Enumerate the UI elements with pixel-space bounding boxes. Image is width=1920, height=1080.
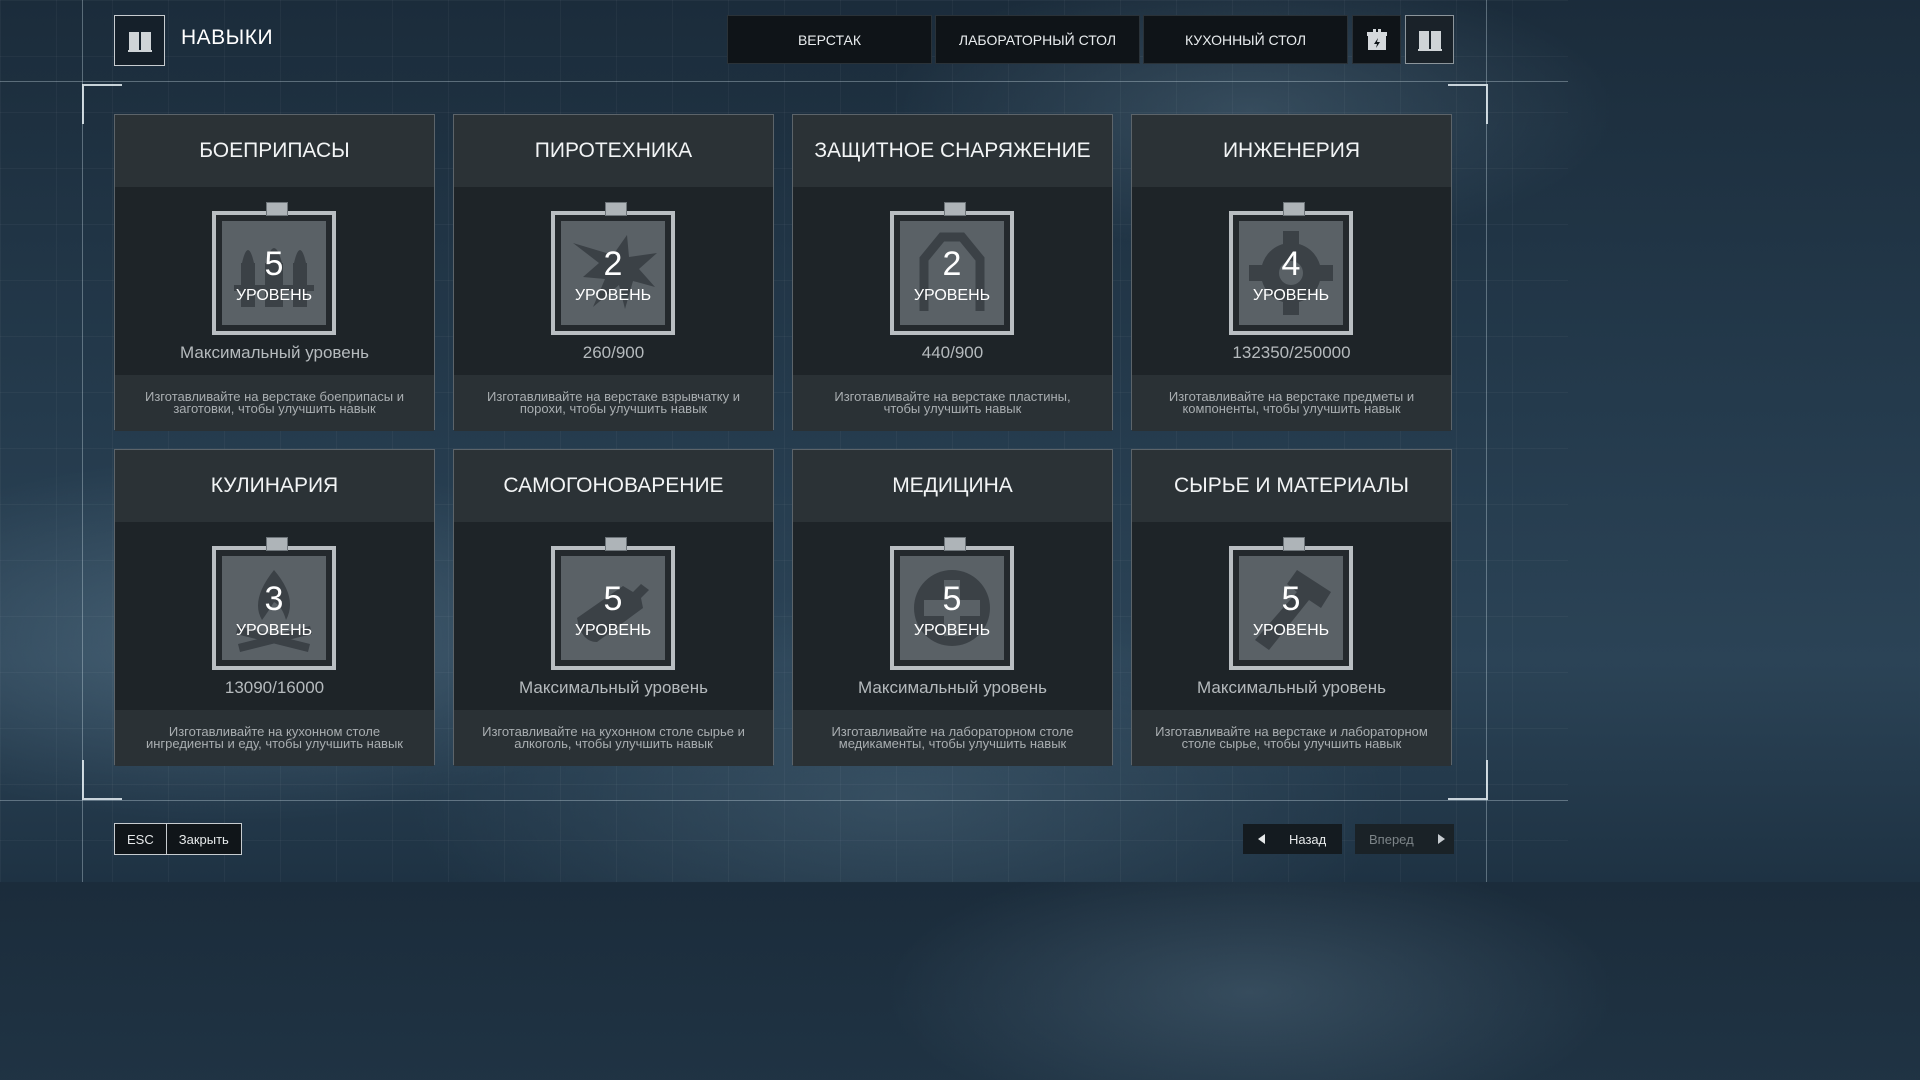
- frame-line-top: [0, 81, 1568, 82]
- supply-crate-button[interactable]: [1352, 15, 1401, 64]
- close-control[interactable]: ESC Закрыть: [114, 823, 242, 855]
- skill-description: Изготавливайте на верстаке взрывчатку и …: [454, 375, 773, 431]
- skill-body: 4 УРОВЕНЬ 132350/250000: [1132, 187, 1451, 375]
- close-button[interactable]: Закрыть: [167, 824, 241, 854]
- skill-level-number: 5: [942, 580, 962, 618]
- skill-level-badge: 5 УРОВЕНЬ: [890, 537, 1014, 670]
- skill-description: Изготавливайте на верстаке боеприпасы и …: [115, 375, 434, 431]
- forward-label: Вперед: [1369, 831, 1414, 847]
- skill-level-label: УРОВЕНЬ: [574, 622, 652, 639]
- skill-progress: Максимальный уровень: [1197, 678, 1386, 697]
- skill-card[interactable]: КУЛИНАРИЯ 3 УРОВЕНЬ 13090/16000 Изготавливай…: [114, 449, 435, 766]
- skill-description: Изготавливайте на лабораторном столе мед…: [793, 710, 1112, 766]
- skill-body: 5 УРОВЕНЬ Максимальный уровень: [454, 522, 773, 710]
- skill-level-badge: 2 УРОВЕНЬ: [890, 202, 1014, 335]
- skill-title: КУЛИНАРИЯ: [115, 450, 434, 522]
- skill-description: Изготавливайте на кухонном столе сырье и…: [454, 710, 773, 766]
- skill-title: ИНЖЕНЕРИЯ: [1132, 115, 1451, 187]
- skill-card[interactable]: МЕДИЦИНА 5 УРОВЕНЬ Максимальный уровень Изго…: [792, 449, 1113, 766]
- skill-level-number: 5: [264, 245, 284, 283]
- badge-clip: [1283, 537, 1305, 551]
- frame-line-right: [1486, 0, 1487, 882]
- skills-book-button[interactable]: [1405, 15, 1454, 64]
- back-button[interactable]: Назад: [1243, 824, 1342, 854]
- skill-level-label: УРОВЕНЬ: [574, 287, 652, 304]
- frame-line-left: [82, 0, 83, 882]
- skill-card[interactable]: ЗАЩИТНОЕ СНАРЯЖЕНИЕ 2 УРОВЕНЬ 440/900 Изгота…: [792, 114, 1113, 431]
- tab-lab-table[interactable]: ЛАБОРАТОРНЫЙ СТОЛ: [935, 15, 1140, 64]
- skill-level-number: 5: [1281, 580, 1301, 618]
- skill-progress: Максимальный уровень: [180, 343, 369, 362]
- skill-progress: 132350/250000: [1232, 343, 1351, 362]
- skill-progress: Максимальный уровень: [519, 678, 708, 697]
- skill-progress: 13090/16000: [224, 678, 325, 697]
- supply-crate-icon: [1366, 28, 1387, 50]
- skill-body: 2 УРОВЕНЬ 260/900: [454, 187, 773, 375]
- forward-button[interactable]: Вперед: [1355, 824, 1454, 854]
- badge-clip: [266, 537, 288, 551]
- skill-level-label: УРОВЕНЬ: [1252, 622, 1330, 639]
- skills-book-icon: [114, 15, 165, 66]
- skill-level-number: 2: [603, 245, 623, 283]
- skill-card[interactable]: СЫРЬЕ И МАТЕРИАЛЫ 5 УРОВЕНЬ Максимальный ур…: [1131, 449, 1452, 766]
- skill-body: 5 УРОВЕНЬ Максимальный уровень: [115, 187, 434, 375]
- badge-clip: [605, 202, 627, 216]
- skill-title: САМОГОНОВАРЕНИЕ: [454, 450, 773, 522]
- badge-clip: [1283, 202, 1305, 216]
- skill-level-badge: 5 УРОВЕНЬ: [212, 202, 336, 335]
- skill-title: БОЕПРИПАСЫ: [115, 115, 434, 187]
- page-title: НАВЫКИ: [181, 26, 274, 49]
- frame-line-bottom: [0, 800, 1568, 801]
- skill-level-label: УРОВЕНЬ: [913, 287, 991, 304]
- skill-body: 2 УРОВЕНЬ 440/900: [793, 187, 1112, 375]
- skill-body: 3 УРОВЕНЬ 13090/16000: [115, 522, 434, 710]
- skill-level-label: УРОВЕНЬ: [1252, 287, 1330, 304]
- skill-level-number: 4: [1281, 245, 1301, 283]
- skill-level-badge: 4 УРОВЕНЬ: [1229, 202, 1353, 335]
- frame-corner: [1448, 84, 1488, 124]
- skill-card[interactable]: ИНЖЕНЕРИЯ 4 УРОВЕНЬ 132350/250000 Изготавлив…: [1131, 114, 1452, 431]
- arrow-right-icon: [1437, 834, 1445, 844]
- skill-card[interactable]: ПИРОТЕХНИКА 2 УРОВЕНЬ 260/900 Изготавливайте…: [453, 114, 774, 431]
- skill-level-badge: 2 УРОВЕНЬ: [551, 202, 675, 335]
- skill-level-number: 5: [603, 580, 623, 618]
- skill-level-label: УРОВЕНЬ: [235, 287, 313, 304]
- skill-title: ЗАЩИТНОЕ СНАРЯЖЕНИЕ: [793, 115, 1112, 187]
- skill-description: Изготавливайте на верстаке и лабораторно…: [1132, 710, 1451, 766]
- skill-level-number: 2: [942, 245, 962, 283]
- arrow-left-icon: [1258, 834, 1265, 844]
- badge-clip: [605, 537, 627, 551]
- frame-corner: [82, 760, 122, 800]
- book-icon: [1417, 30, 1442, 51]
- badge-clip: [944, 537, 966, 551]
- skill-level-badge: 5 УРОВЕНЬ: [551, 537, 675, 670]
- skill-title: ПИРОТЕХНИКА: [454, 115, 773, 187]
- esc-key-hint: ESC: [115, 824, 167, 854]
- skill-title: МЕДИЦИНА: [793, 450, 1112, 522]
- skill-level-label: УРОВЕНЬ: [913, 622, 991, 639]
- frame-corner: [1448, 760, 1488, 800]
- tab-kitchen-table[interactable]: КУХОННЫЙ СТОЛ: [1143, 15, 1348, 64]
- skill-progress: 260/900: [582, 343, 645, 362]
- skill-description: Изготавливайте на верстаке пластины, что…: [793, 375, 1112, 431]
- skill-level-badge: 5 УРОВЕНЬ: [1229, 537, 1353, 670]
- back-label: Назад: [1289, 831, 1327, 847]
- skill-level-number: 3: [264, 580, 284, 618]
- skill-level-label: УРОВЕНЬ: [235, 622, 313, 639]
- badge-clip: [944, 202, 966, 216]
- skill-level-badge: 3 УРОВЕНЬ: [212, 537, 336, 670]
- skill-description: Изготавливайте на верстаке предметы и ко…: [1132, 375, 1451, 431]
- skill-title: СЫРЬЕ И МАТЕРИАЛЫ: [1132, 450, 1451, 522]
- skill-progress: Максимальный уровень: [858, 678, 1047, 697]
- skill-card[interactable]: САМОГОНОВАРЕНИЕ 5 УРОВЕНЬ Максимальный уров…: [453, 449, 774, 766]
- tab-workbench[interactable]: ВЕРСТАК: [727, 15, 932, 64]
- skill-progress: 440/900: [921, 343, 984, 362]
- skill-body: 5 УРОВЕНЬ Максимальный уровень: [793, 522, 1112, 710]
- skill-body: 5 УРОВЕНЬ Максимальный уровень: [1132, 522, 1451, 710]
- skill-card[interactable]: БОЕПРИПАСЫ 5 УРОВЕНЬ Максимальный уровень Из…: [114, 114, 435, 431]
- badge-clip: [266, 202, 288, 216]
- skill-description: Изготавливайте на кухонном столе ингреди…: [115, 710, 434, 766]
